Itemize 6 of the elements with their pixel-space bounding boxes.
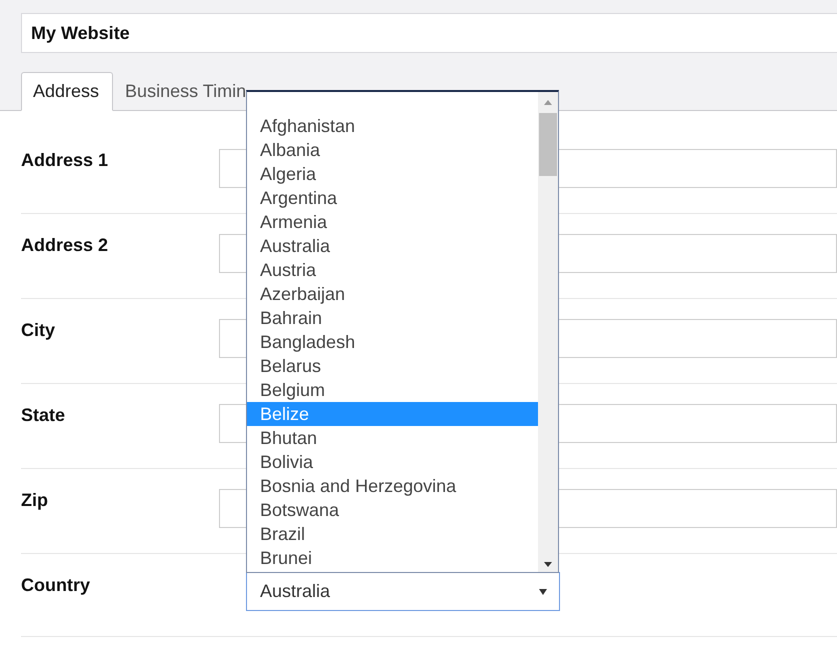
field-label: Zip [21, 489, 49, 511]
field-label: State [21, 404, 66, 426]
field-label: City [21, 319, 56, 341]
field-label: Address 2 [21, 234, 110, 256]
field-label: Address 1 [21, 149, 110, 171]
field-label: Country [21, 574, 91, 596]
